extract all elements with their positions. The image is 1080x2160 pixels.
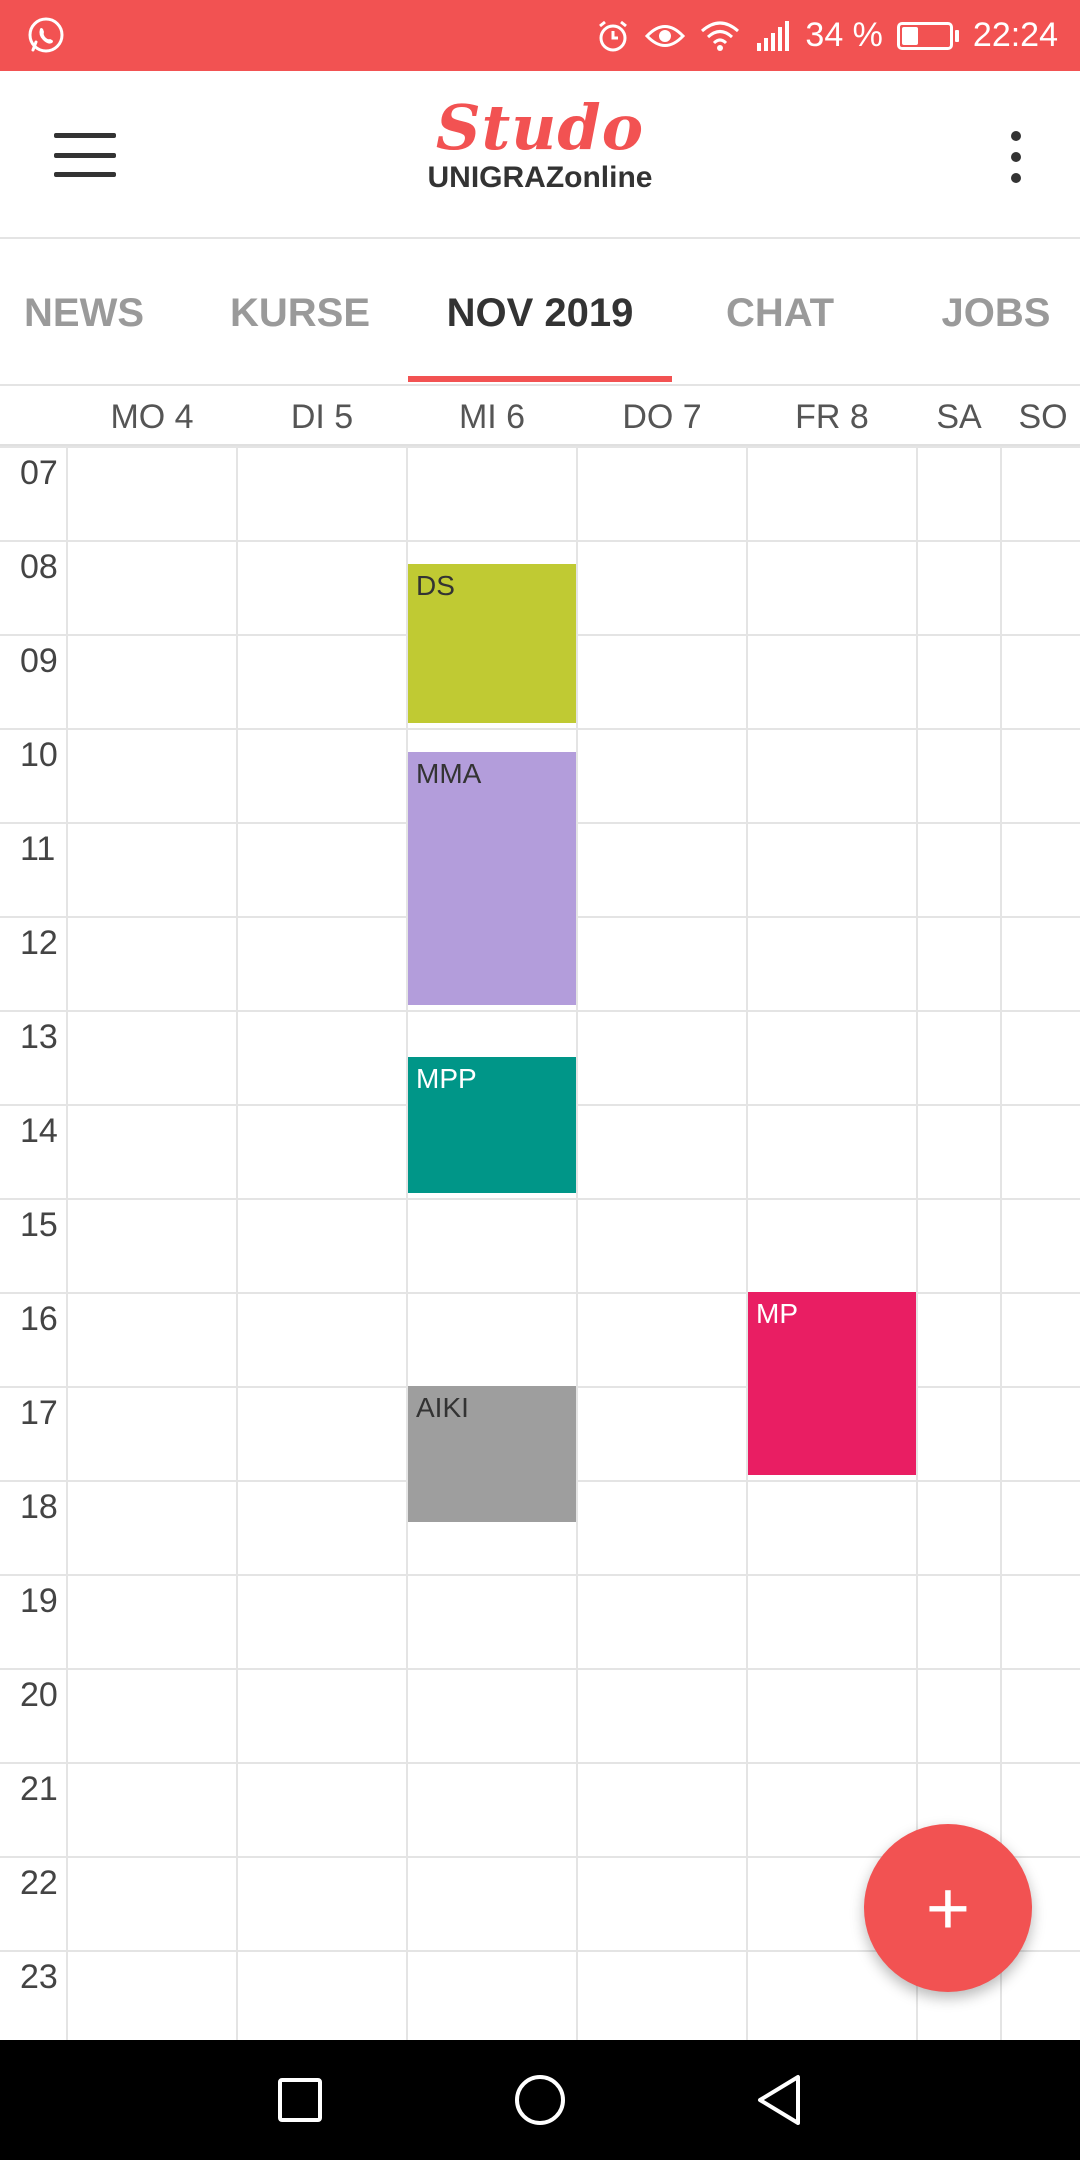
calendar-event[interactable]: DS	[408, 563, 576, 724]
hour-label: 18	[20, 1488, 58, 1526]
home-icon[interactable]	[500, 2060, 580, 2140]
hour-gridline	[0, 1198, 1080, 1200]
day-column-divider	[576, 446, 578, 2040]
app-logo: Studo	[435, 91, 645, 164]
more-options-icon[interactable]	[1004, 131, 1028, 183]
app-bar: Studo UNIGRAZonline	[0, 71, 1080, 239]
week-calendar-grid[interactable]: 07 08 09 10 11 12 13 14 15 16 17 18 19 20 21 22 23 DS MMA M…	[0, 446, 1080, 2040]
day-label-sa: SA	[936, 397, 982, 436]
day-column-divider	[916, 446, 918, 2040]
system-navigation-bar	[0, 2040, 1080, 2160]
hour-label: 23	[20, 1958, 58, 1996]
alarm-icon	[595, 18, 631, 54]
hour-label: 12	[20, 924, 58, 962]
hamburger-menu-icon[interactable]	[54, 133, 116, 177]
wifi-icon	[699, 19, 741, 53]
hour-gridline	[0, 1668, 1080, 1670]
calendar-event[interactable]: MPP	[408, 1057, 576, 1194]
hour-label: 07	[20, 454, 58, 492]
tab-chat[interactable]: CHAT	[700, 241, 860, 386]
brand: Studo UNIGRAZonline	[340, 91, 740, 195]
day-label-fr: FR 8	[795, 397, 869, 436]
day-label-mo: MO 4	[110, 397, 194, 436]
tab-calendar[interactable]: NOV 2019	[408, 241, 672, 386]
day-header: MO 4 DI 5 MI 6 DO 7 FR 8 SA SO	[0, 388, 1080, 446]
add-event-button[interactable]: +	[864, 1824, 1032, 1992]
hour-gridline	[0, 1010, 1080, 1012]
back-icon[interactable]	[740, 2060, 820, 2140]
hour-label: 17	[20, 1394, 58, 1432]
day-label-mi: MI 6	[458, 397, 526, 436]
day-column-divider	[236, 446, 238, 2040]
day-label-di: DI 5	[290, 397, 354, 436]
day-column-divider	[1000, 446, 1002, 2040]
tab-bar: NEWS KURSE NOV 2019 CHAT JOBS	[0, 241, 1080, 386]
hour-label: 16	[20, 1300, 58, 1338]
status-bar: 34 % 22:24	[0, 0, 1080, 71]
hour-label: 09	[20, 642, 58, 680]
calendar-event[interactable]: MMA	[408, 751, 576, 1006]
hour-label: 19	[20, 1582, 58, 1620]
hour-label: 15	[20, 1206, 58, 1244]
eye-icon	[645, 21, 686, 51]
clock: 22:24	[972, 16, 1058, 54]
calendar-event[interactable]: AIKI	[408, 1386, 576, 1523]
hour-label: 08	[20, 548, 58, 586]
hour-label: 21	[20, 1770, 58, 1808]
day-column-divider	[66, 446, 68, 2040]
hour-gridline	[0, 540, 1080, 542]
hour-gridline	[0, 1762, 1080, 1764]
tab-kurse[interactable]: KURSE	[200, 241, 400, 386]
tab-news[interactable]: NEWS	[0, 241, 168, 386]
hour-label: 13	[20, 1018, 58, 1056]
battery-percentage: 34 %	[805, 16, 883, 54]
tab-jobs[interactable]: JOBS	[920, 241, 1072, 386]
day-label-do: DO 7	[622, 397, 702, 436]
plus-icon: +	[925, 1865, 971, 1951]
day-column-divider	[746, 446, 748, 2040]
hour-label: 14	[20, 1112, 58, 1150]
calendar-event[interactable]: MP	[748, 1292, 916, 1476]
hour-gridline	[0, 1292, 1080, 1294]
battery-icon	[896, 21, 959, 50]
recent-apps-icon[interactable]	[260, 2060, 340, 2140]
university-name: UNIGRAZonline	[427, 161, 653, 195]
hour-label: 11	[20, 830, 56, 868]
active-tab-indicator	[408, 376, 672, 382]
whatsapp-icon	[24, 14, 68, 58]
hour-gridline	[0, 728, 1080, 730]
hour-gridline	[0, 446, 1080, 448]
hour-label: 22	[20, 1864, 58, 1902]
day-label-so: SO	[1018, 397, 1068, 436]
hour-label: 20	[20, 1676, 58, 1714]
signal-icon	[755, 20, 791, 51]
hour-gridline	[0, 1574, 1080, 1576]
hour-label: 10	[20, 736, 58, 774]
